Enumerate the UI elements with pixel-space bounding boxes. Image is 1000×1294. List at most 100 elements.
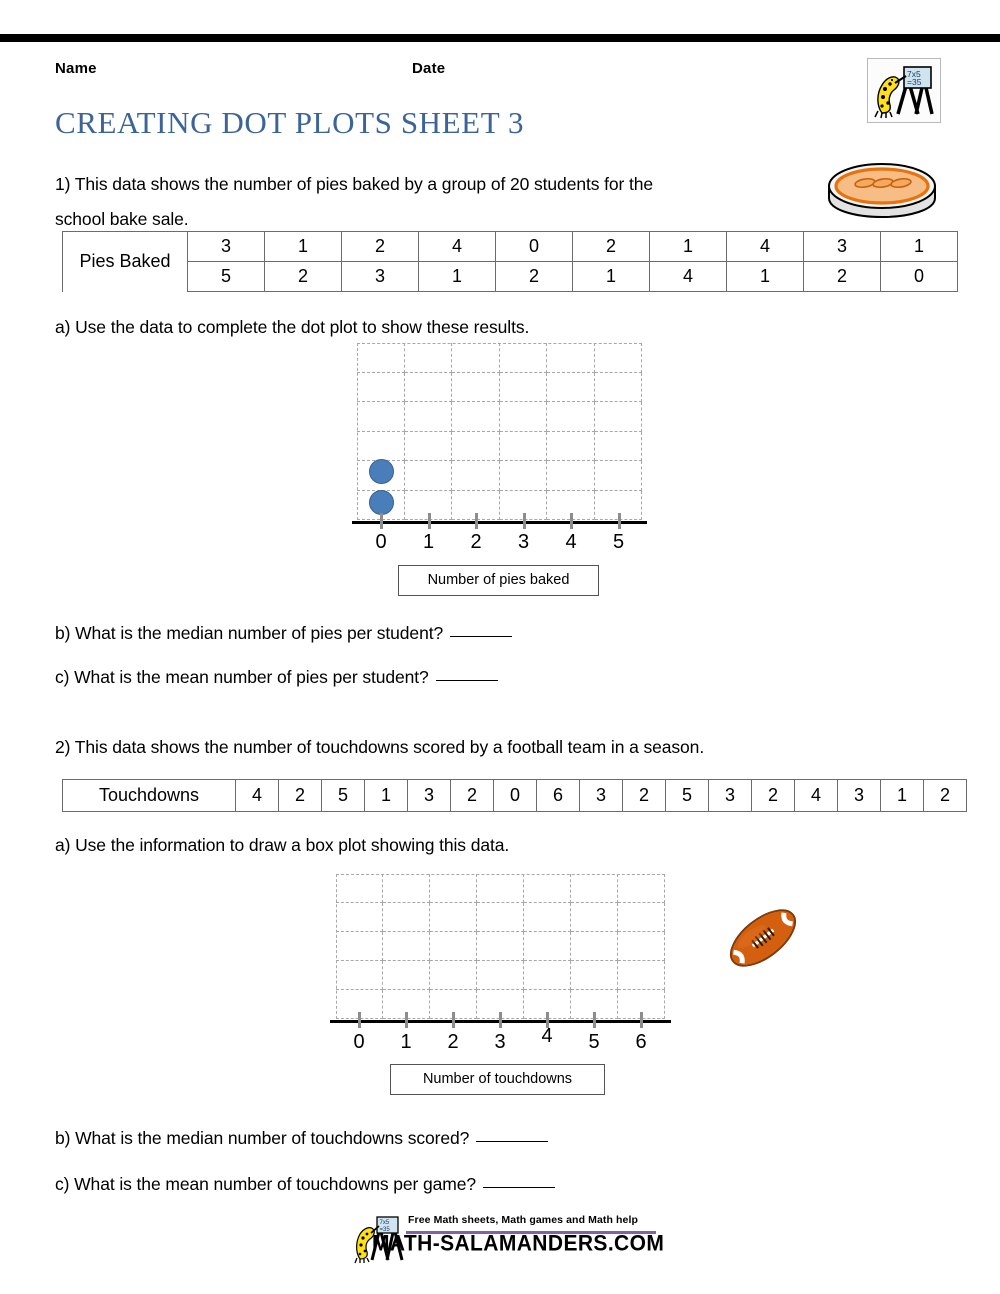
- answer-blank[interactable]: [483, 1187, 556, 1188]
- table-cell: 0: [495, 231, 573, 262]
- question1-line1: 1) This data shows the number of pies ba…: [55, 174, 654, 194]
- grid-cell: [571, 961, 618, 990]
- football-icon-svg: [730, 909, 796, 967]
- grid-cell: [618, 961, 665, 990]
- grid-cell: [547, 372, 595, 402]
- football-icon: [722, 898, 804, 983]
- table-cell: 2: [803, 261, 881, 292]
- grid-cell: [524, 874, 571, 903]
- grid-cell: [499, 372, 547, 402]
- grid-cell: [357, 402, 405, 432]
- x-tick-label: 2: [447, 1031, 459, 1053]
- grid-cell: [404, 431, 452, 461]
- svg-text:7x5: 7x5: [380, 1220, 390, 1226]
- grid-cell: [547, 343, 595, 373]
- x-axis-tick: [427, 513, 431, 529]
- data-dot[interactable]: [369, 490, 394, 515]
- pie-icon-svg: [828, 163, 936, 219]
- table-cell: 4: [235, 779, 279, 812]
- grid-cell: [594, 461, 642, 491]
- grid-cell: [499, 402, 547, 432]
- grid-cell: [383, 932, 430, 961]
- x-tick-label: 4: [541, 1025, 553, 1047]
- x-tick-label: 6: [635, 1031, 647, 1053]
- table-cell: 2: [923, 779, 967, 812]
- table-cell: 1: [880, 779, 924, 812]
- grid-cell: [524, 961, 571, 990]
- grid-cell: [571, 932, 618, 961]
- grid-cell: [547, 402, 595, 432]
- x-axis-tick: [380, 513, 383, 529]
- x-axis-tick: [405, 1012, 408, 1028]
- answer-blank[interactable]: [476, 1141, 549, 1142]
- data-dot[interactable]: [369, 459, 394, 484]
- question2-line1: 2) This data shows the number of touchdo…: [55, 737, 705, 757]
- grid-cell: [618, 932, 665, 961]
- grid-cell: [430, 903, 477, 932]
- table-cell: 3: [803, 231, 881, 262]
- table-cell: 1: [364, 779, 408, 812]
- question2-part-c-text: c) What is the mean number of touchdowns…: [55, 1174, 477, 1194]
- grid-cell: [336, 903, 383, 932]
- x-axis-caption: Number of pies baked: [398, 565, 599, 596]
- table-cell: 2: [341, 231, 419, 262]
- x-axis-tick: [640, 1012, 643, 1028]
- x-tick-label: 1: [400, 1031, 412, 1053]
- table-cell: 1: [572, 261, 650, 292]
- x-tick-label: 4: [565, 531, 577, 553]
- svg-text:=35: =35: [907, 77, 922, 87]
- grid-cell: [430, 961, 477, 990]
- x-axis-tick: [499, 1012, 502, 1028]
- question2-part-b-text: b) What is the median number of touchdow…: [55, 1128, 470, 1148]
- table-cell: 3: [579, 779, 623, 812]
- date-label: Date: [412, 60, 446, 77]
- grid-cell: [594, 372, 642, 402]
- pies-dot-plot: 0 1 2 3 4 5 Number of pies baked: [352, 343, 647, 596]
- x-tick-label: 0: [353, 1031, 365, 1053]
- x-tick-label: 2: [470, 531, 482, 553]
- table-cell: 1: [649, 231, 727, 262]
- grid-cell: [477, 903, 524, 932]
- table-cell: 3: [407, 779, 451, 812]
- table-cell: 2: [278, 779, 322, 812]
- table-cell: 2: [751, 779, 795, 812]
- grid-cell: [618, 903, 665, 932]
- table-cell: 2: [622, 779, 666, 812]
- table-cell: 4: [726, 231, 804, 262]
- dot-plot-grid: [357, 343, 642, 520]
- question1-part-c: c) What is the mean number of pies per s…: [55, 661, 498, 694]
- grid-cell: [477, 932, 524, 961]
- table-cell: 2: [264, 261, 342, 292]
- grid-cell: [430, 874, 477, 903]
- pies-baked-table: Pies Baked 3 1 2 4 0 2 1 4 3 1 5 2 3 1 2…: [62, 231, 958, 292]
- x-axis-tick: [617, 513, 621, 529]
- touchdowns-box-plot: 0 1 2 3 4 5 6 Number of touchdowns: [330, 874, 671, 1104]
- grid-cell: [404, 372, 452, 402]
- table-row-label: Touchdowns: [62, 779, 236, 812]
- table-cell: 0: [880, 261, 958, 292]
- grid-cell: [357, 431, 405, 461]
- x-axis-tick: [593, 1012, 596, 1028]
- grid-cell: [524, 903, 571, 932]
- question2-part-c: c) What is the mean number of touchdowns…: [55, 1168, 556, 1201]
- answer-blank[interactable]: [435, 680, 498, 681]
- x-axis-tick: [475, 513, 478, 529]
- grid-cell: [404, 343, 452, 373]
- footer-url[interactable]: MATH-SALAMANDERS.COM: [372, 1231, 664, 1256]
- grid-cell: [594, 431, 642, 461]
- grid-cell: [336, 932, 383, 961]
- answer-blank[interactable]: [450, 636, 513, 637]
- grid-cell: [571, 903, 618, 932]
- table-cell: 4: [418, 231, 496, 262]
- grid-cell: [383, 961, 430, 990]
- x-axis-line: [352, 521, 647, 524]
- grid-cell: [452, 372, 500, 402]
- question1-part-b: b) What is the median number of pies per…: [55, 617, 513, 650]
- box-plot-grid: [336, 874, 665, 1019]
- question2-part-b: b) What is the median number of touchdow…: [55, 1122, 549, 1155]
- table-cell: 3: [341, 261, 419, 292]
- x-axis-tick: [452, 1012, 455, 1028]
- table-cell: 3: [708, 779, 752, 812]
- grid-cell: [336, 961, 383, 990]
- grid-cell: [404, 402, 452, 432]
